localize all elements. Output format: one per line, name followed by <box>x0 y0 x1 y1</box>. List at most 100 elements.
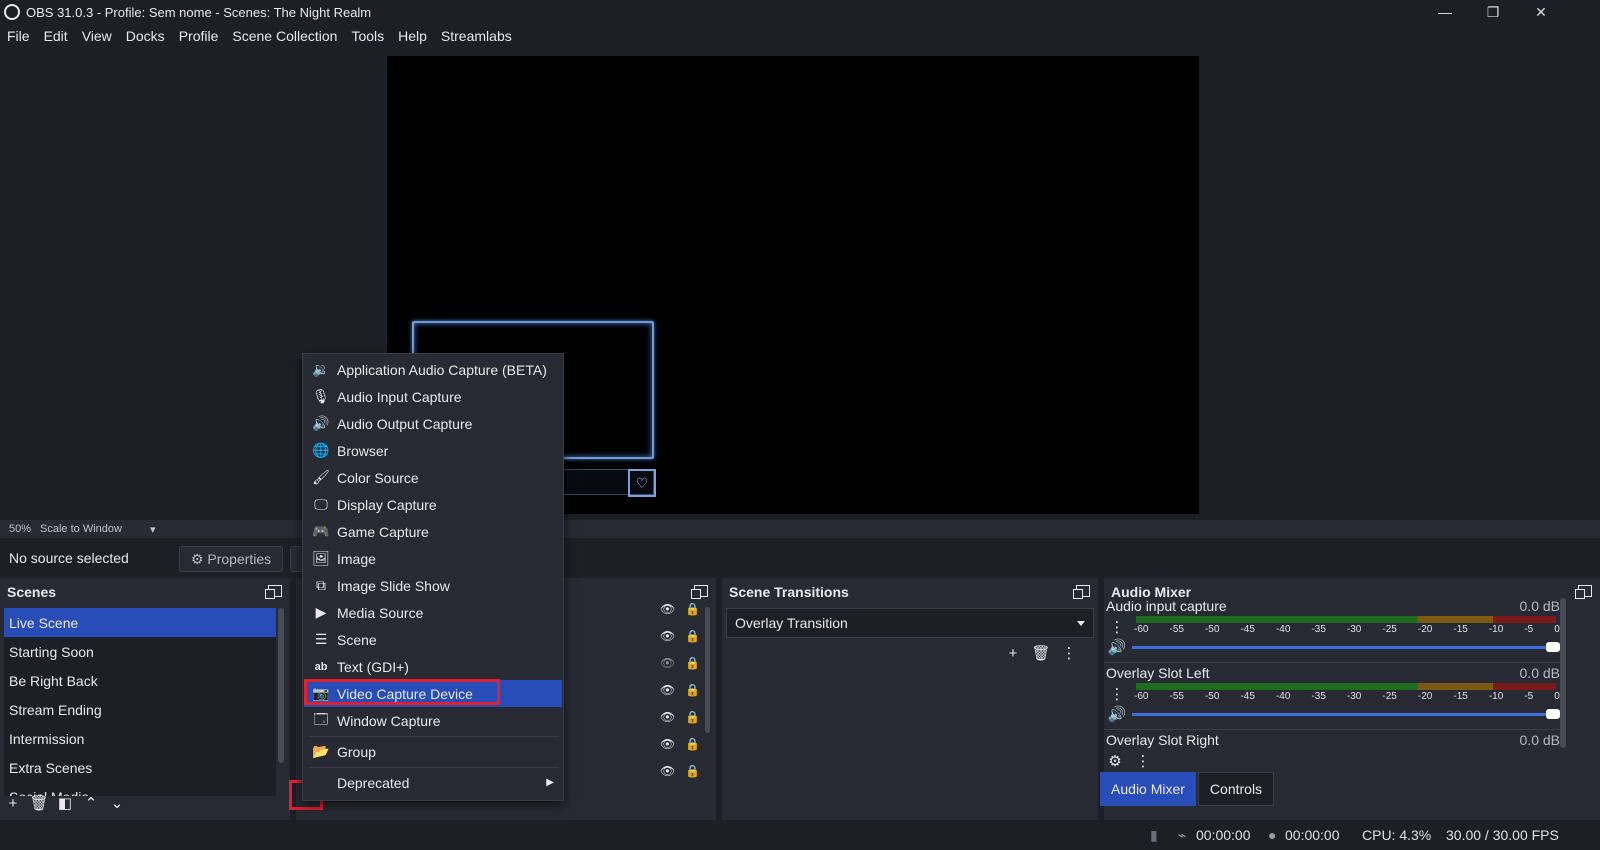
more-options-icon[interactable]: ⋮ <box>1060 644 1078 662</box>
more-options-icon[interactable]: ⋮ <box>1108 618 1126 636</box>
trash-icon[interactable]: 🗑 <box>1031 644 1050 662</box>
properties-button[interactable]: ⚙ Properties <box>179 546 283 572</box>
source-row-controls: 👁 🔒 <box>660 764 700 778</box>
scenes-scrollbar[interactable] <box>278 608 284 763</box>
volume-slider[interactable] <box>1132 709 1560 719</box>
signal-icon: ▮ <box>1150 827 1158 843</box>
channel-name: Overlay Slot Right <box>1106 732 1219 748</box>
add-scene-icon[interactable]: + <box>4 794 22 812</box>
close-button[interactable]: ✕ <box>1518 0 1564 24</box>
properties-label: Properties <box>207 551 272 567</box>
scene-item[interactable]: Starting Soon <box>4 637 276 666</box>
menu-item-scene[interactable]: ☰ Scene <box>304 626 562 653</box>
eye-icon[interactable]: 👁 <box>660 764 675 778</box>
heart-icon: ♡ <box>628 469 656 497</box>
menu-scene-collection[interactable]: Scene Collection <box>225 28 344 44</box>
meter-scale: -60 -55 -50 -45 -40 -35 -30 -25 -20 -15 -10 -5 0 <box>1134 624 1560 635</box>
transition-toolbar: + 🗑 ⋮ <box>1004 644 1078 663</box>
source-row-controls: 👁 🔒 <box>660 683 700 697</box>
gear-icon[interactable]: ⚙ <box>1106 752 1124 770</box>
float-dock-icon[interactable] <box>265 585 282 599</box>
menu-file[interactable]: File <box>0 28 37 44</box>
eye-icon[interactable]: 👁 <box>660 710 675 724</box>
menu-item-display-capture[interactable]: 🖵 Display Capture <box>304 491 562 518</box>
tab-controls[interactable]: Controls <box>1198 772 1274 806</box>
eye-icon[interactable]: 👁 <box>660 602 675 616</box>
scene-item[interactable]: Intermission <box>4 724 276 753</box>
eye-icon[interactable]: 👁 <box>660 629 675 643</box>
scene-item[interactable]: Be Right Back <box>4 666 276 695</box>
float-dock-icon[interactable] <box>1073 585 1090 599</box>
float-dock-icon[interactable] <box>1575 585 1592 599</box>
menu-item-audio-input-capture[interactable]: 🎙 Audio Input Capture <box>304 383 562 410</box>
menu-item-browser[interactable]: 🌐 Browser <box>304 437 562 464</box>
mixer-channel: Overlay Slot Right 0.0 dB <box>1104 732 1560 752</box>
more-options-icon[interactable]: ⋮ <box>1134 752 1152 770</box>
scene-item[interactable]: Stream Ending <box>4 695 276 724</box>
scale-mode-select[interactable]: Scale to Window <box>40 523 122 535</box>
menu-item-application-audio-capture[interactable]: 🔉 Application Audio Capture (BETA) <box>304 356 562 383</box>
lock-icon[interactable]: 🔒 <box>685 710 700 724</box>
lock-icon[interactable]: 🔒 <box>685 683 700 697</box>
highlight-box <box>304 679 500 705</box>
trash-icon[interactable]: 🗑 <box>29 794 48 812</box>
volume-slider[interactable] <box>1132 642 1560 652</box>
menu-divider <box>309 767 559 768</box>
chevron-down-icon[interactable]: ▾ <box>150 523 156 536</box>
add-transition-icon[interactable]: + <box>1004 644 1022 662</box>
mixer-scrollbar[interactable] <box>1560 598 1566 748</box>
menu-item-group[interactable]: 📂 Group <box>304 738 562 765</box>
minimize-button[interactable]: — <box>1422 0 1468 24</box>
sources-scrollbar[interactable] <box>705 607 710 733</box>
tab-audio-mixer[interactable]: Audio Mixer <box>1100 772 1196 806</box>
speaker-icon: 🔊 <box>312 415 330 431</box>
menu-item-game-capture[interactable]: 🎮 Game Capture <box>304 518 562 545</box>
eye-hidden-icon[interactable]: 👁 <box>660 656 675 670</box>
menu-help[interactable]: Help <box>391 28 434 44</box>
menu-view[interactable]: View <box>75 28 119 44</box>
menu-item-deprecated[interactable]: Deprecated ▶ <box>304 769 562 796</box>
scene-item[interactable]: Live Scene <box>4 608 276 637</box>
menu-item-color-source[interactable]: 🖌 Color Source <box>304 464 562 491</box>
gamepad-icon: 🎮 <box>312 523 330 539</box>
lock-icon[interactable]: 🔒 <box>685 629 700 643</box>
volume-slider-handle[interactable] <box>1546 642 1560 652</box>
menu-divider <box>309 736 559 737</box>
menu-docks[interactable]: Docks <box>119 28 172 44</box>
no-source-label: No source selected <box>9 550 129 566</box>
float-dock-icon[interactable] <box>691 585 708 599</box>
speaker-icon[interactable]: 🔊 <box>1108 705 1127 723</box>
menu-profile[interactable]: Profile <box>172 28 226 44</box>
eye-icon[interactable]: 👁 <box>660 683 675 697</box>
lock-icon[interactable]: 🔒 <box>685 764 700 778</box>
scenes-title: Scenes <box>7 584 57 600</box>
more-options-icon[interactable]: ⋮ <box>1108 685 1126 703</box>
meter-scale: -60 -55 -50 -45 -40 -35 -30 -25 -20 -15 -10 -5 0 <box>1134 691 1560 702</box>
menu-item-text-gdi[interactable]: ab Text (GDI+) <box>304 653 562 680</box>
image-icon: 🖼 <box>312 550 330 566</box>
menu-tools[interactable]: Tools <box>344 28 391 44</box>
lock-icon[interactable]: 🔒 <box>685 602 700 616</box>
gear-icon: ⚙ <box>190 550 204 567</box>
menu-item-audio-output-capture[interactable]: 🔊 Audio Output Capture <box>304 410 562 437</box>
scene-filters-icon[interactable]: ◧ <box>56 794 74 812</box>
menu-item-image[interactable]: 🖼 Image <box>304 545 562 572</box>
scene-item[interactable]: Extra Scenes <box>4 753 276 782</box>
volume-slider-handle[interactable] <box>1546 709 1560 719</box>
transition-select[interactable]: Overlay Transition <box>726 608 1094 638</box>
menu-item-media-source[interactable]: ▶ Media Source <box>304 599 562 626</box>
speaker-icon[interactable]: 🔊 <box>1108 638 1127 656</box>
lock-icon[interactable]: 🔒 <box>685 737 700 751</box>
list-icon: ☰ <box>314 631 328 647</box>
menu-item-image-slide-show[interactable]: ⧉ Image Slide Show <box>304 572 562 599</box>
lock-icon[interactable]: 🔒 <box>685 656 700 670</box>
move-down-icon[interactable]: ⌄ <box>108 794 126 812</box>
move-up-icon[interactable]: ⌃ <box>82 794 100 812</box>
restore-button[interactable]: ❐ <box>1470 0 1516 24</box>
submenu-arrow-icon: ▶ <box>546 777 554 788</box>
menu-edit[interactable]: Edit <box>37 28 75 44</box>
brush-icon: 🖌 <box>312 469 330 485</box>
menu-streamlabs[interactable]: Streamlabs <box>434 28 519 44</box>
eye-icon[interactable]: 👁 <box>660 737 675 751</box>
menu-item-window-capture[interactable]: 🗔 Window Capture <box>304 707 562 734</box>
